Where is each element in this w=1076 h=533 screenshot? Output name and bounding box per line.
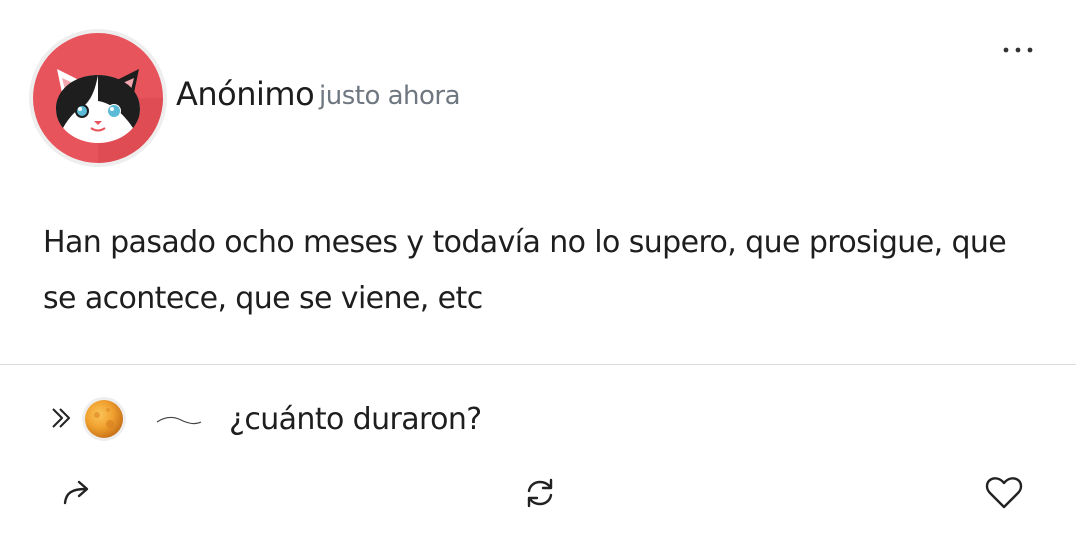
reply-text: ¿cuánto duraron?: [229, 402, 482, 437]
double-chevron-right-icon: [50, 406, 74, 434]
share-button[interactable]: [58, 473, 98, 513]
reply-preview[interactable]: ¿cuánto duraron?: [0, 392, 1076, 452]
like-button[interactable]: [984, 473, 1024, 513]
repost-cycle-icon: [527, 478, 553, 508]
repost-button[interactable]: [520, 473, 560, 513]
author-avatar[interactable]: [29, 29, 167, 167]
author-name[interactable]: Anónimo: [176, 75, 315, 113]
divider: [0, 364, 1076, 365]
post-body-text: Han pasado ocho meses y todavía no lo su…: [43, 225, 1007, 316]
orange-planet-avatar-icon: [81, 396, 127, 446]
heart-icon: [985, 477, 1023, 509]
more-options-button[interactable]: [994, 30, 1042, 70]
post-header: Anónimo justo ahora: [0, 0, 1076, 180]
share-arrow-icon: [63, 480, 89, 505]
cat-face-avatar-icon: [33, 33, 163, 163]
more-dots-icon: [1003, 47, 1033, 53]
post-timestamp: justo ahora: [319, 81, 461, 111]
wave-divider-icon: [155, 412, 203, 432]
